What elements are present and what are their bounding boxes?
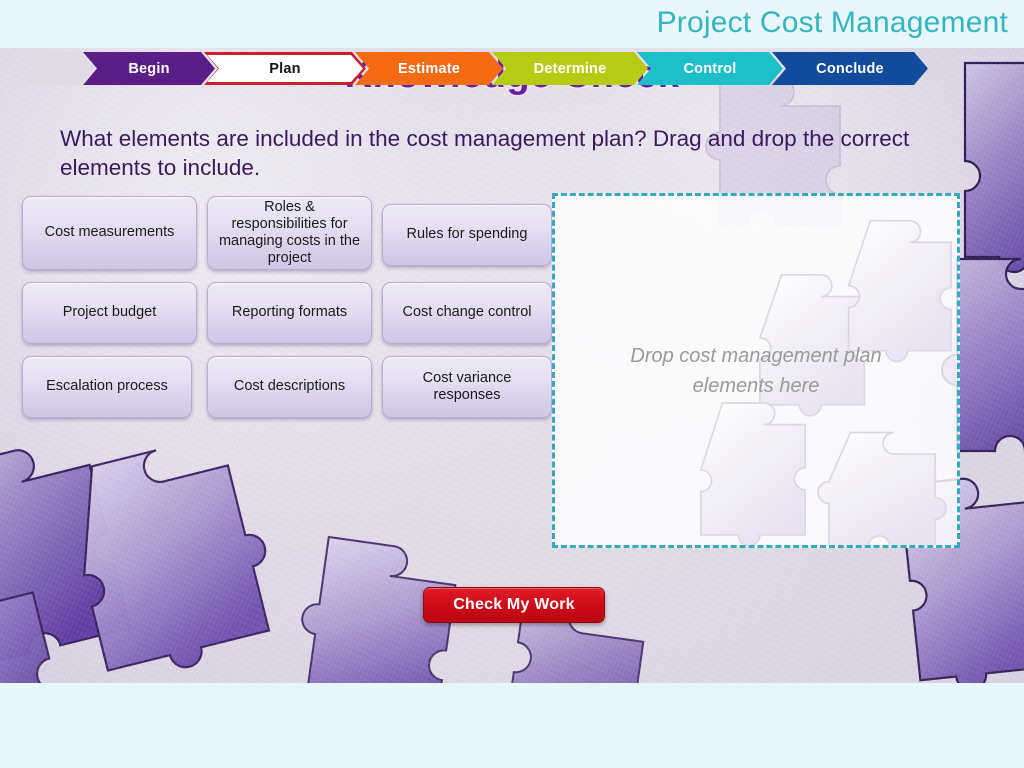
tile-rules-for-spending[interactable]: Rules for spending — [382, 204, 552, 266]
tile-project-budget[interactable]: Project budget — [22, 282, 197, 344]
tile-label: Cost descriptions — [233, 378, 346, 395]
check-my-work-button[interactable]: Check My Work — [423, 587, 605, 623]
tile-label: Project budget — [62, 304, 157, 321]
tile-roles-responsibilities[interactable]: Roles & responsibilities for managing co… — [207, 196, 372, 270]
tile-escalation-process[interactable]: Escalation process — [22, 356, 192, 418]
tile-cost-variance-responses[interactable]: Cost variance responses — [382, 356, 552, 418]
slide-root: Project Cost Management Begin Plan Estim… — [0, 0, 1024, 768]
tile-label: Cost variance responses — [422, 369, 512, 403]
tile-label: Cost change control — [402, 304, 532, 321]
tile-reporting-formats[interactable]: Reporting formats — [207, 282, 372, 344]
tile-row: Cost measurements Roles & responsibiliti… — [22, 196, 557, 270]
ribbon-step-estimate[interactable]: Estimate — [355, 52, 503, 85]
ribbon-step-plan[interactable]: Plan — [204, 52, 366, 85]
ribbon-step-conclude[interactable]: Conclude — [772, 52, 928, 85]
check-my-work-label: Check My Work — [453, 596, 575, 613]
tile-label: Reporting formats — [231, 304, 348, 321]
dropzone-placeholder: Drop cost management plan elements here — [630, 344, 882, 397]
draggable-tiles-grid: Cost measurements Roles & responsibiliti… — [22, 196, 557, 430]
ribbon-step-label: Estimate — [397, 60, 461, 77]
tile-cost-change-control[interactable]: Cost change control — [382, 282, 552, 344]
tile-row: Project budget Reporting formats Cost ch… — [22, 282, 557, 344]
ribbon-step-control[interactable]: Control — [637, 52, 783, 85]
tile-label: Escalation process — [46, 378, 168, 395]
course-title: Project Cost Management — [656, 6, 1008, 39]
ribbon-step-label: Determine — [533, 60, 607, 77]
tile-label: Rules for spending — [406, 226, 528, 243]
ribbon-step-label: Conclude — [816, 60, 884, 77]
ribbon-step-label: Plan — [269, 60, 301, 77]
step-ribbon: Begin Plan Estimate Determine Control Co… — [22, 52, 917, 85]
ribbon-step-label: Control — [683, 60, 737, 77]
question-text: What elements are included in the cost m… — [60, 126, 910, 180]
ribbon-step-label: Begin — [128, 60, 170, 77]
ribbon-step-begin[interactable]: Begin — [83, 52, 215, 85]
tile-row: Escalation process Cost descriptions Cos… — [22, 356, 557, 418]
tile-label: Roles & responsibilities for managing co… — [218, 198, 361, 267]
dropzone[interactable]: Drop cost management plan elements here — [552, 193, 960, 548]
tile-cost-descriptions[interactable]: Cost descriptions — [207, 356, 372, 418]
tile-cost-measurements[interactable]: Cost measurements — [22, 196, 197, 270]
ribbon-leading-cap — [22, 52, 94, 85]
ribbon-step-plan-inner: Plan — [207, 55, 363, 82]
tile-label: Cost measurements — [44, 224, 175, 241]
ribbon-step-determine[interactable]: Determine — [492, 52, 648, 85]
